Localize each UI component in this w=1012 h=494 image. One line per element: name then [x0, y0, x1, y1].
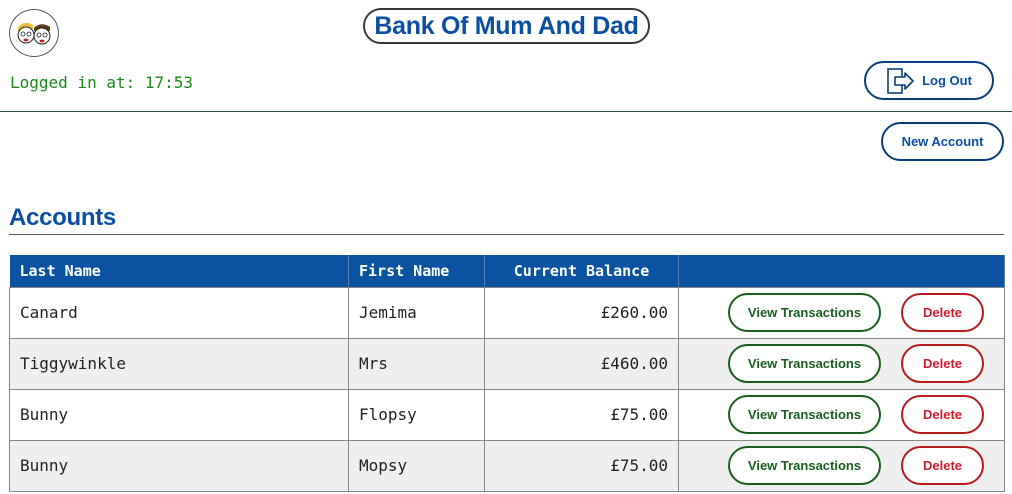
table-header-row: Last Name First Name Current Balance [9, 255, 1005, 287]
view-transactions-button[interactable]: View Transactions [728, 395, 881, 434]
view-transactions-button[interactable]: View Transactions [728, 446, 881, 485]
cell-balance: £75.00 [484, 439, 679, 492]
table-row: Tiggywinkle Mrs £460.00 View Transaction… [9, 337, 1005, 390]
column-header-balance: Current Balance [484, 255, 679, 287]
delete-button[interactable]: Delete [901, 293, 984, 332]
view-transactions-button[interactable]: View Transactions [728, 293, 881, 332]
column-header-actions [678, 255, 1005, 287]
cell-last-name: Canard [9, 286, 349, 339]
page-title: Bank Of Mum And Dad [363, 8, 650, 44]
accounts-table: Last Name First Name Current Balance Can… [9, 255, 1005, 492]
table-row: Bunny Mopsy £75.00 View Transactions Del… [9, 439, 1005, 492]
cell-actions: View Transactions Delete [678, 337, 1005, 390]
cell-balance: £75.00 [484, 388, 679, 441]
cell-actions: View Transactions Delete [678, 286, 1005, 339]
delete-button[interactable]: Delete [901, 446, 984, 485]
section-divider [9, 234, 1004, 235]
cell-last-name: Bunny [9, 388, 349, 441]
login-time-text: Logged in at: 17:53 [10, 73, 194, 92]
section-title: Accounts [9, 204, 116, 231]
cell-last-name: Tiggywinkle [9, 337, 349, 390]
cell-last-name: Bunny [9, 439, 349, 492]
cell-first-name: Jemima [348, 286, 485, 339]
table-row: Bunny Flopsy £75.00 View Transactions De… [9, 388, 1005, 441]
header-divider [0, 111, 1012, 112]
avatar [9, 9, 59, 57]
cell-first-name: Flopsy [348, 388, 485, 441]
cell-actions: View Transactions Delete [678, 388, 1005, 441]
delete-button[interactable]: Delete [901, 344, 984, 383]
column-header-last-name: Last Name [9, 255, 349, 287]
exit-door-icon [887, 67, 914, 94]
table-row: Canard Jemima £260.00 View Transactions … [9, 286, 1005, 339]
cell-balance: £260.00 [484, 286, 679, 339]
logout-label: Log Out [922, 73, 972, 88]
two-faces-avatar-icon [17, 22, 51, 45]
cell-first-name: Mrs [348, 337, 485, 390]
cell-first-name: Mopsy [348, 439, 485, 492]
new-account-button[interactable]: New Account [881, 122, 1004, 161]
cell-balance: £460.00 [484, 337, 679, 390]
logout-button[interactable]: Log Out [864, 61, 994, 100]
delete-button[interactable]: Delete [901, 395, 984, 434]
cell-actions: View Transactions Delete [678, 439, 1005, 492]
view-transactions-button[interactable]: View Transactions [728, 344, 881, 383]
column-header-first-name: First Name [348, 255, 485, 287]
